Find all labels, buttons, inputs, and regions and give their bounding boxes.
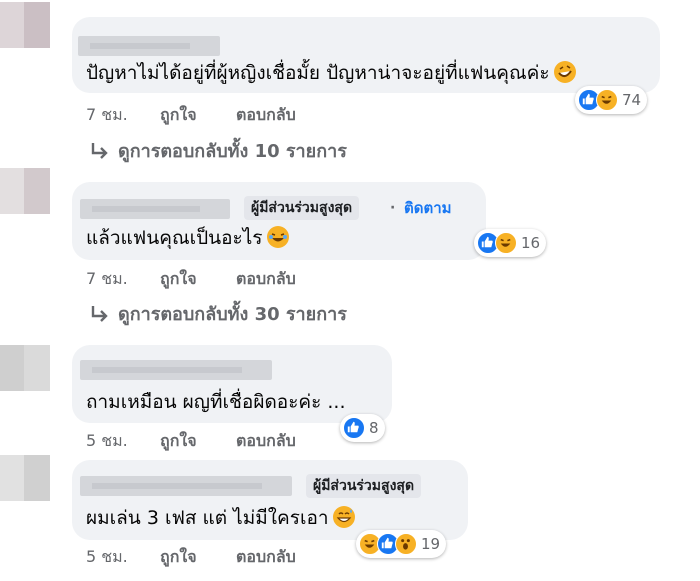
avatar[interactable] bbox=[0, 455, 50, 501]
like-button[interactable]: ถูกใจ bbox=[160, 104, 197, 126]
reaction-summary[interactable]: 74 bbox=[575, 86, 648, 114]
comment-text-body: ผมเล่น 3 เฟส แต่ ไม่มีใครเอา bbox=[86, 507, 329, 529]
like-button[interactable]: ถูกใจ bbox=[160, 546, 197, 568]
reply-button[interactable]: ตอบกลับ bbox=[236, 268, 296, 290]
reply-arrow-icon bbox=[91, 143, 108, 159]
top-contributor-badge: ผู้มีส่วนร่วมสูงสุด bbox=[244, 196, 360, 220]
comment-text: แล้วแฟนคุณเป็นอะไร bbox=[86, 225, 289, 251]
comment-text: ปัญหาไม่ได้อยู่ที่ผู้หญิงเชื่อมั้ย ปัญหา… bbox=[86, 60, 576, 86]
reply-button[interactable]: ตอบกลับ bbox=[236, 430, 296, 452]
author-name-redacted[interactable] bbox=[80, 360, 272, 380]
reply-arrow-icon bbox=[91, 306, 108, 322]
like-icon bbox=[343, 417, 365, 439]
avatar[interactable] bbox=[0, 345, 50, 391]
grinning-sweat-emoji-icon bbox=[332, 506, 355, 528]
view-replies-link[interactable]: ดูการตอบกลับทั้ง 10 รายการ bbox=[88, 140, 347, 164]
reaction-count: 74 bbox=[622, 91, 642, 109]
comment-meta: 5 ชม. ถูกใจ ตอบกลับ bbox=[86, 546, 346, 568]
haha-icon bbox=[495, 232, 517, 254]
timestamp[interactable]: 5 ชม. bbox=[86, 430, 128, 452]
comment-text: ผมเล่น 3 เฟส แต่ ไม่มีใครเอา bbox=[86, 505, 355, 531]
reaction-summary[interactable]: 16 bbox=[474, 229, 547, 257]
author-name-redacted[interactable] bbox=[80, 199, 230, 219]
reaction-count: 19 bbox=[421, 535, 441, 553]
separator-dot: · bbox=[390, 200, 396, 216]
reaction-summary[interactable]: 8 bbox=[340, 414, 385, 442]
top-contributor-badge: ผู้มีส่วนร่วมสูงสุด bbox=[306, 474, 422, 498]
comment-text-body: ถามเหมือน ผญที่เชื่อผิดอะค่ะ ... bbox=[86, 391, 346, 413]
view-replies-label: ดูการตอบกลับทั้ง 10 รายการ bbox=[118, 141, 347, 162]
reaction-summary[interactable]: 19 bbox=[356, 530, 447, 558]
comment-text-body: ปัญหาไม่ได้อยู่ที่ผู้หญิงเชื่อมั้ย ปัญหา… bbox=[86, 62, 550, 84]
comment-meta: 7 ชม. ถูกใจ ตอบกลับ bbox=[86, 104, 346, 126]
timestamp[interactable]: 7 ชม. bbox=[86, 104, 128, 126]
comment-text-body: แล้วแฟนคุณเป็นอะไร bbox=[86, 227, 263, 249]
reply-button[interactable]: ตอบกลับ bbox=[236, 546, 296, 568]
comment-text: ถามเหมือน ผญที่เชื่อผิดอะค่ะ ... bbox=[86, 389, 346, 415]
view-replies-label: ดูการตอบกลับทั้ง 30 รายการ bbox=[118, 304, 347, 325]
author-name-redacted[interactable] bbox=[80, 476, 292, 496]
like-button[interactable]: ถูกใจ bbox=[160, 268, 197, 290]
rofl-emoji-icon bbox=[553, 61, 576, 83]
joy-emoji-icon bbox=[266, 226, 289, 248]
reply-button[interactable]: ตอบกลับ bbox=[236, 104, 296, 126]
reaction-count: 8 bbox=[369, 419, 379, 437]
follow-button[interactable]: ติดตาม bbox=[404, 196, 452, 220]
haha-icon bbox=[596, 89, 618, 111]
avatar[interactable] bbox=[0, 168, 50, 214]
timestamp[interactable]: 7 ชม. bbox=[86, 268, 128, 290]
comment-meta: 7 ชม. ถูกใจ ตอบกลับ bbox=[86, 268, 346, 290]
like-button[interactable]: ถูกใจ bbox=[160, 430, 197, 452]
avatar[interactable] bbox=[0, 2, 50, 48]
wow-icon bbox=[395, 533, 417, 555]
author-name-redacted[interactable] bbox=[78, 36, 220, 56]
view-replies-link[interactable]: ดูการตอบกลับทั้ง 30 รายการ bbox=[88, 303, 347, 327]
comment-meta: 5 ชม. ถูกใจ ตอบกลับ bbox=[86, 430, 346, 452]
reaction-count: 16 bbox=[521, 234, 541, 252]
timestamp[interactable]: 5 ชม. bbox=[86, 546, 128, 568]
